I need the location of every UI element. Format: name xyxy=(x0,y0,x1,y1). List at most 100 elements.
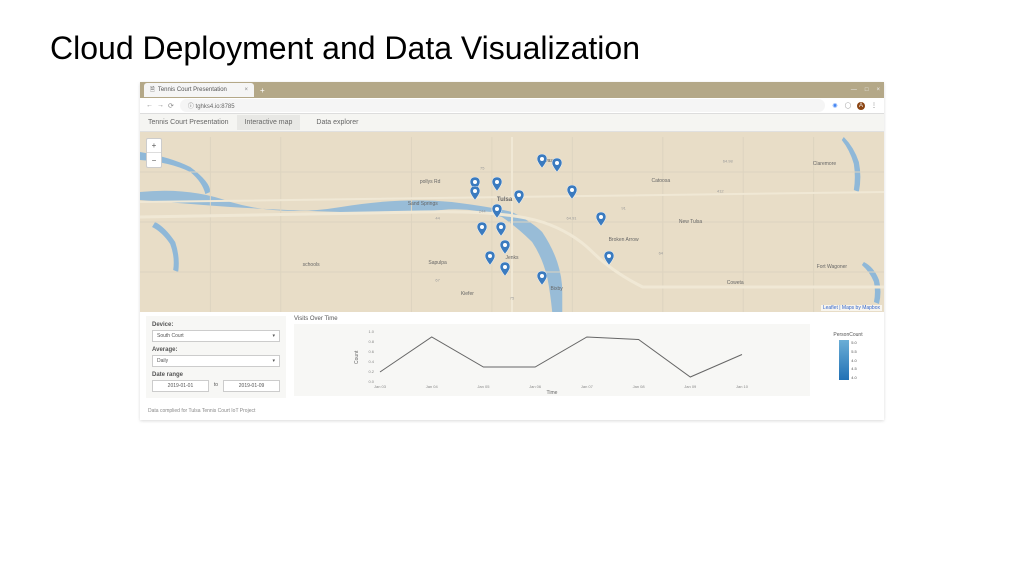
road-label: 244 xyxy=(479,209,486,214)
road-label: 44 xyxy=(435,216,439,221)
map-attribution: Leaflet | Maps by Mapbox xyxy=(821,305,882,311)
svg-text:Jan 09: Jan 09 xyxy=(684,384,697,389)
controls-panel: Device: South Court ▾ Average: Daily ▾ D… xyxy=(146,316,286,398)
profile-icon[interactable]: A xyxy=(857,102,865,110)
url-text: tghks4.io:8785 xyxy=(196,104,235,110)
date-range-label: Date range xyxy=(152,372,280,378)
new-tab-button[interactable]: + xyxy=(260,86,265,95)
map-marker-icon[interactable] xyxy=(537,154,547,168)
city-label: Jenks xyxy=(505,255,518,261)
page-icon: 🗎 xyxy=(150,85,155,95)
map-marker-icon[interactable] xyxy=(485,251,495,265)
svg-text:Jan 07: Jan 07 xyxy=(581,384,594,389)
chevron-down-icon: ▾ xyxy=(272,333,275,339)
road-label: 91 xyxy=(621,205,625,210)
road-label: 67 xyxy=(435,277,439,282)
chart-panel: Visits Over Time Count 0.00.20.40.60.81.… xyxy=(294,316,810,398)
device-label: Device: xyxy=(152,322,280,328)
app-header: Tennis Court Presentation Interactive ma… xyxy=(140,114,884,132)
reload-button[interactable]: ⟳ xyxy=(168,102,174,110)
city-label: Kiefer xyxy=(461,291,474,297)
map-marker-icon[interactable] xyxy=(477,222,487,236)
map-marker-icon[interactable] xyxy=(552,158,562,172)
legend-tick: 4.5 xyxy=(851,366,857,371)
menu-icon[interactable]: ⋮ xyxy=(870,102,878,110)
city-label: Tulsa xyxy=(497,197,512,203)
city-label: Sapulpa xyxy=(428,260,446,266)
app-title: Tennis Court Presentation xyxy=(148,119,229,126)
zoom-in-button[interactable]: + xyxy=(147,139,161,153)
average-value: Daily xyxy=(157,358,168,364)
map-marker-icon[interactable] xyxy=(537,271,547,285)
average-select[interactable]: Daily ▾ xyxy=(152,355,280,367)
svg-text:Jan 04: Jan 04 xyxy=(426,384,439,389)
map-marker-icon[interactable] xyxy=(500,262,510,276)
legend-tick: 4.0 xyxy=(851,375,857,380)
map-zoom-controls: + − xyxy=(146,138,162,168)
window-controls: — □ × xyxy=(851,87,880,93)
map-marker-icon[interactable] xyxy=(500,240,510,254)
url-input[interactable]: ⓘ tghks4.io:8785 xyxy=(180,99,825,112)
average-label: Average: xyxy=(152,347,280,353)
line-chart[interactable]: Count 0.00.20.40.60.81.0 Jan 03Jan 04Jan… xyxy=(294,324,810,396)
map-marker-icon[interactable] xyxy=(604,251,614,265)
device-select[interactable]: South Court ▾ xyxy=(152,330,280,342)
road-label: 64.91 xyxy=(567,216,577,221)
tab-interactive-map[interactable]: Interactive map xyxy=(237,115,301,130)
chart-title: Visits Over Time xyxy=(294,316,810,322)
city-label: Coweta xyxy=(727,280,744,286)
browser-tab[interactable]: 🗎 Tennis Court Presentation × xyxy=(144,83,254,97)
svg-text:Jan 05: Jan 05 xyxy=(477,384,490,389)
road-label: 412 xyxy=(717,189,724,194)
svg-text:0.8: 0.8 xyxy=(368,339,374,344)
forward-button[interactable]: → xyxy=(157,102,164,110)
date-from-input[interactable]: 2019-01-01 xyxy=(152,380,209,392)
svg-text:1.0: 1.0 xyxy=(368,329,374,334)
legend-tick: 4.0 xyxy=(851,358,857,363)
city-label: Broken Arrow xyxy=(609,237,639,243)
back-button[interactable]: ← xyxy=(146,102,153,110)
city-label: pollys Rd xyxy=(420,179,441,185)
extension-icon-2[interactable]: ◯ xyxy=(844,102,852,110)
city-label: Claremore xyxy=(813,161,836,167)
map-marker-icon[interactable] xyxy=(496,222,506,236)
map-background xyxy=(140,132,884,312)
city-label: Fort Wagoner xyxy=(817,264,847,270)
city-label: New Tulsa xyxy=(679,219,702,225)
svg-text:0.2: 0.2 xyxy=(368,369,374,374)
zoom-out-button[interactable]: − xyxy=(147,153,161,167)
road-label: 75 xyxy=(480,166,484,171)
map-marker-icon[interactable] xyxy=(492,204,502,218)
map-marker-icon[interactable] xyxy=(492,177,502,191)
map[interactable]: + − TulsaSand SpringsOwassoCatoosaBroken… xyxy=(140,132,884,312)
minimize-button[interactable]: — xyxy=(851,87,857,93)
info-icon: ⓘ xyxy=(188,104,196,110)
chart-ylabel: Count xyxy=(354,350,360,364)
svg-text:Jan 03: Jan 03 xyxy=(374,384,387,389)
svg-text:Jan 06: Jan 06 xyxy=(529,384,542,389)
svg-text:0.6: 0.6 xyxy=(368,349,374,354)
svg-text:Jan 08: Jan 08 xyxy=(633,384,646,389)
tab-data-explorer[interactable]: Data explorer xyxy=(308,115,366,130)
map-marker-icon[interactable] xyxy=(567,185,577,199)
map-marker-icon[interactable] xyxy=(596,212,606,226)
legend-panel: PersonCount 5.05.54.04.54.0 xyxy=(818,316,878,398)
road-label: 64.98 xyxy=(723,158,733,163)
close-window-button[interactable]: × xyxy=(876,87,880,93)
chevron-down-icon: ▾ xyxy=(272,358,275,364)
date-to-input[interactable]: 2019-01-09 xyxy=(223,380,280,392)
tab-title: Tennis Court Presentation xyxy=(158,87,227,93)
legend-tick: 5.0 xyxy=(851,340,857,345)
extension-icon[interactable]: ◉ xyxy=(831,102,839,110)
svg-text:Jan 10: Jan 10 xyxy=(736,384,749,389)
maximize-button[interactable]: □ xyxy=(865,87,869,93)
close-tab-icon[interactable]: × xyxy=(244,87,248,93)
map-marker-icon[interactable] xyxy=(514,190,524,204)
svg-text:0.4: 0.4 xyxy=(368,359,374,364)
lower-section: Device: South Court ▾ Average: Daily ▾ D… xyxy=(140,312,884,402)
city-label: Bixby xyxy=(551,286,563,292)
road-label: 64 xyxy=(659,250,663,255)
map-marker-icon[interactable] xyxy=(470,186,480,200)
slide-title: Cloud Deployment and Data Visualization xyxy=(0,0,1024,82)
browser-window: 🗎 Tennis Court Presentation × + — □ × ← … xyxy=(140,82,884,420)
